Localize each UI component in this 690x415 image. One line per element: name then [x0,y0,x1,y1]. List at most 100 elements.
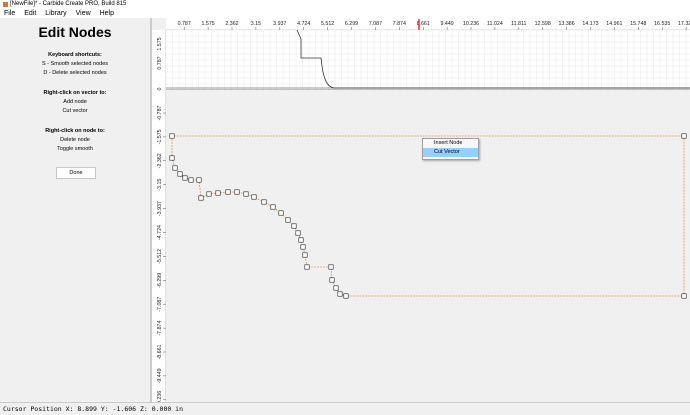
top-ruler-label: 3.937 [273,21,286,27]
menu-bar: File Edit Library View Help [0,9,690,18]
menu-library[interactable]: Library [45,9,66,18]
workspace[interactable] [166,90,690,402]
top-ruler-label: 7.874 [393,21,406,27]
carbide-app-icon [3,2,8,7]
edit-nodes-panel: Edit Nodes Keyboard shortcuts: S - Smoot… [0,18,150,402]
vector-node[interactable] [343,293,349,299]
top-ruler-label: 6.299 [345,21,358,27]
menu-insert-node[interactable]: Insert Node [423,139,478,148]
top-ruler-label: 3.15 [251,21,261,27]
left-ruler-label: -3.937 [157,201,163,216]
menu-edit[interactable]: Edit [24,9,36,18]
top-ruler-label: 15.748 [630,21,646,27]
vector-node[interactable] [169,133,175,139]
left-ruler-label: -2.362 [157,153,163,168]
profile-ruler-label: 1.575 [157,37,163,50]
vector-node[interactable] [681,293,687,299]
top-ruler-label: 5.512 [321,21,334,27]
top-ruler-label: 11.811 [511,21,526,27]
cursor-position-readout: Cursor Position X: 8.899 Y: -1.606 Z: 0.… [3,405,184,413]
left-ruler-label: -5.512 [157,249,163,264]
vector-node[interactable] [182,175,188,181]
vector-node[interactable] [298,237,304,243]
vector-node[interactable] [337,291,343,297]
vector-node[interactable] [278,210,284,216]
vector-node[interactable] [285,217,291,223]
profile-ruler-label: 0.787 [157,56,163,69]
left-ruler-label: -9.449 [157,368,163,383]
menu-view[interactable]: View [76,9,91,18]
top-ruler-label: 4.724 [297,21,310,27]
vector-node[interactable] [333,285,339,291]
node-action-toggle-smooth: Toggle smooth [57,146,93,152]
node-actions-title: Right-click on node to: [45,128,105,134]
vector-node[interactable] [329,277,335,283]
vector-node[interactable] [198,195,204,201]
menu-help[interactable]: Help [100,9,114,18]
top-ruler-label: 17.323 [678,21,690,27]
top-ruler-label: 14.173 [582,21,598,27]
vector-node[interactable] [215,190,221,196]
vector-actions-section: Right-click on vector to: Add node Cut v… [0,89,150,116]
top-ruler-label: 7.087 [369,21,382,27]
top-ruler-label: 14.961 [606,21,622,27]
vector-node[interactable] [251,194,257,200]
vector-node[interactable] [270,204,276,210]
vector-node[interactable] [261,199,267,205]
node-action-delete: Delete node [60,137,90,143]
ruler-corner [152,18,166,30]
top-ruler-label: 16.535 [654,21,670,27]
vector-node[interactable] [169,155,175,161]
vector-node[interactable] [177,171,183,177]
menu-file[interactable]: File [4,9,15,18]
vector-node[interactable] [243,191,249,197]
window-title: [NewFile]* - Carbide Create PRO, Build 8… [10,1,127,7]
vector-node[interactable] [681,133,687,139]
design-canvas[interactable]: 0.787 1.575 2.362 3.15 3.937 4.724 5.512 6.299 7… [152,18,690,409]
vector-action-add-node: Add node [63,99,87,105]
done-button[interactable]: Done [56,167,96,179]
node-actions-section: Right-click on node to: Delete node Togg… [0,127,150,154]
vector-node[interactable] [196,177,202,183]
top-ruler-label: 12.598 [535,21,551,27]
vector-node[interactable] [304,264,310,270]
top-ruler-label: 0.787 [178,21,191,27]
shortcut-smooth: S - Smooth selected nodes [41,61,109,67]
vector-node[interactable] [206,191,212,197]
vector-node[interactable] [295,230,301,236]
keyboard-shortcuts-section: Keyboard shortcuts: S - Smooth selected … [0,51,150,78]
panel-heading: Edit Nodes [38,24,112,40]
top-ruler-label: 13.386 [558,21,574,27]
left-ruler-label: -10.236 [157,391,163,402]
top-ruler-label: 9.449 [440,21,453,27]
left-ruler-label: -4.724 [157,225,163,240]
status-bar: Cursor Position X: 8.899 Y: -1.606 Z: 0.… [0,402,690,414]
top-ruler-label: 1.575 [201,21,214,27]
vector-node[interactable] [328,264,334,270]
title-bar: [NewFile]* - Carbide Create PRO, Build 8… [0,0,690,9]
left-ruler-label: -1.575 [157,129,163,144]
left-ruler-label: -7.874 [157,321,163,336]
left-ruler-label: -7.087 [157,297,163,312]
left-ruler-label: -3.15 [157,179,163,191]
vector-node[interactable] [234,189,240,195]
top-ruler-label: 10.236 [463,21,479,27]
top-ruler-label: 2.362 [225,21,238,27]
vector-node[interactable] [225,189,231,195]
left-ruler-label: -6.299 [157,273,163,288]
keyboard-shortcuts-title: Keyboard shortcuts: [48,52,102,58]
left-ruler-label: -0.787 [157,105,163,120]
menu-cut-vector[interactable]: Cut Vector [423,148,478,157]
left-ruler-label: -8.661 [157,344,163,359]
vector-actions-title: Right-click on vector to: [43,90,107,96]
vector-node[interactable] [300,244,306,250]
top-ruler-label: 11.024 [487,21,503,27]
profile-ruler-label: 0 [157,87,163,90]
vector-node[interactable] [172,165,178,171]
vector-node[interactable] [302,252,308,258]
vector-node[interactable] [291,223,297,229]
vector-node[interactable] [188,177,194,183]
shortcut-delete: D - Delete selected nodes [43,70,107,76]
vector-action-cut: Cut vector [62,108,88,114]
context-menu: Insert Node Cut Vector [422,138,479,160]
